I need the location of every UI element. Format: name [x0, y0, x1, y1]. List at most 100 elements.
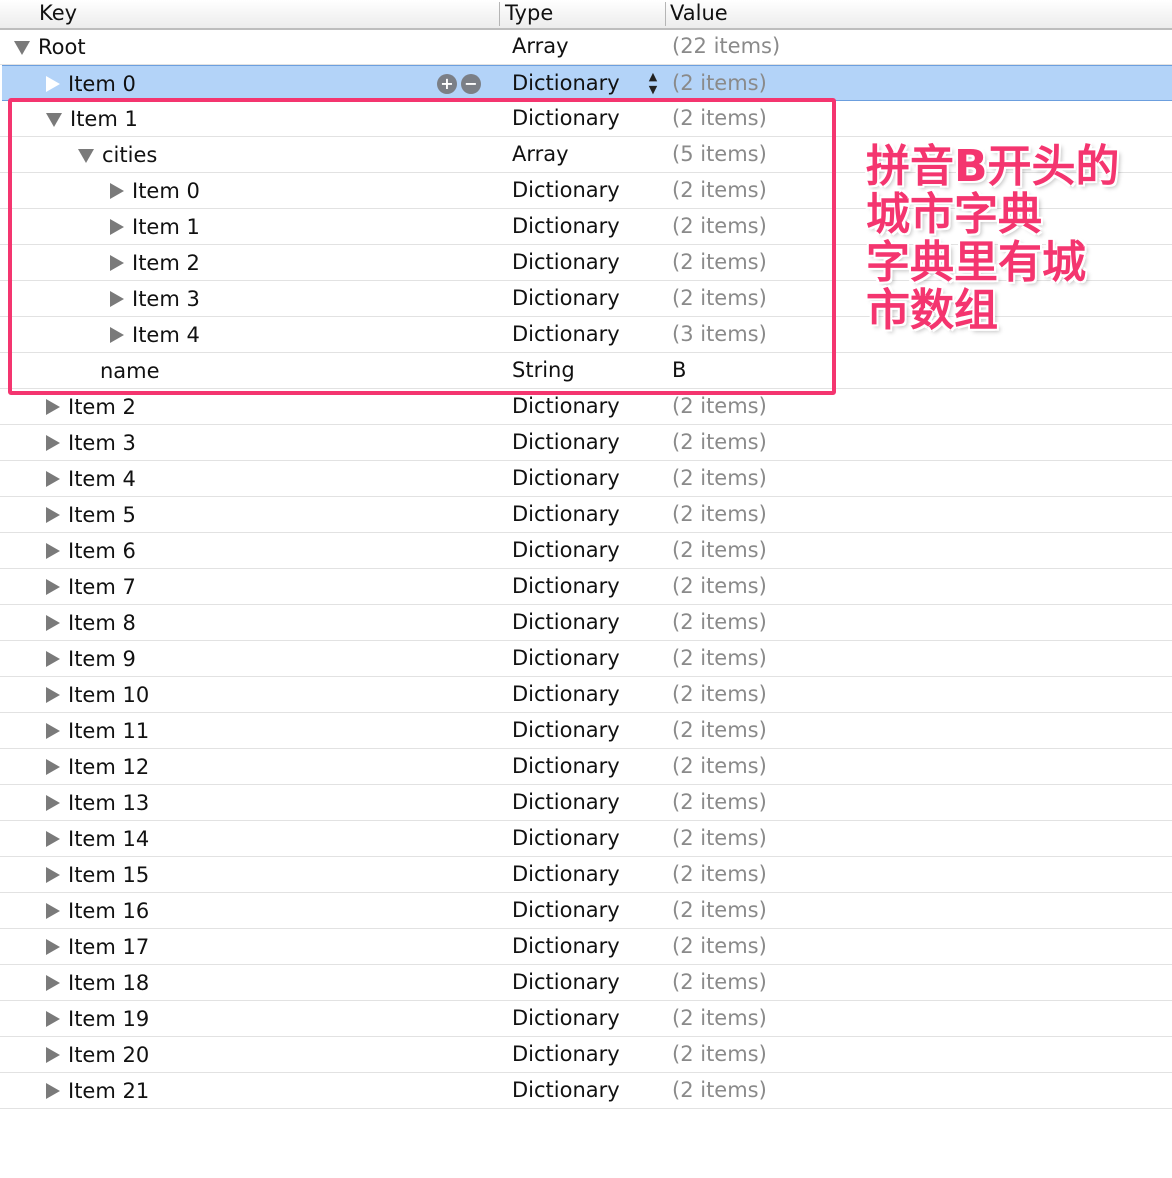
value-cell: (2 items): [672, 754, 767, 778]
disclosure-closed-icon[interactable]: [46, 794, 60, 811]
disclosure-closed-icon[interactable]: [46, 722, 60, 739]
value-cell: (2 items): [672, 1006, 767, 1030]
outline-row[interactable]: Item 0 + − Dictionary ▲ ▼ (2 items): [2, 65, 1172, 101]
type-cell: Dictionary: [512, 538, 620, 562]
outline-row[interactable]: Item 19 Dictionary (2 items): [0, 1001, 1172, 1037]
disclosure-closed-icon[interactable]: [46, 75, 60, 92]
column-header: Key Type Value: [0, 0, 1172, 30]
disclosure-closed-icon[interactable]: [46, 506, 60, 523]
value-cell: (2 items): [672, 502, 767, 526]
value-cell: (2 items): [672, 71, 767, 95]
outline-row[interactable]: Item 21 Dictionary (2 items): [0, 1073, 1172, 1109]
key-cell: Item 3: [46, 425, 136, 460]
annotation-note: 拼音B开头的 城市字典 字典里有城 市数组: [866, 143, 1166, 335]
disclosure-closed-icon[interactable]: [46, 614, 60, 631]
key-cell: Item 16: [46, 893, 149, 928]
key-cell: Root: [14, 29, 86, 64]
outline-row[interactable]: Item 12 Dictionary (2 items): [0, 749, 1172, 785]
key-cell: Item 14: [46, 821, 149, 856]
key-cell: Item 19: [46, 1001, 149, 1036]
key-cell: Item 21: [46, 1073, 149, 1108]
key-label: Item 2: [68, 394, 136, 419]
value-cell: (2 items): [672, 898, 767, 922]
disclosure-closed-icon[interactable]: [46, 938, 60, 955]
disclosure-closed-icon[interactable]: [46, 1010, 60, 1027]
key-label: Root: [38, 34, 86, 59]
key-cell: Item 8: [46, 605, 136, 640]
value-cell: (2 items): [672, 682, 767, 706]
outline-row[interactable]: Item 8 Dictionary (2 items): [0, 605, 1172, 641]
outline-row[interactable]: Item 15 Dictionary (2 items): [0, 857, 1172, 893]
plus-circle-icon[interactable]: +: [437, 74, 457, 94]
disclosure-closed-icon[interactable]: [46, 866, 60, 883]
type-cell: Dictionary: [512, 826, 620, 850]
type-cell: Dictionary: [512, 718, 620, 742]
row-controls: + −: [437, 74, 481, 94]
key-label: Item 13: [68, 790, 150, 815]
key-cell: Item 9: [46, 641, 136, 676]
outline-row[interactable]: Item 17 Dictionary (2 items): [0, 929, 1172, 965]
key-label: Item 18: [68, 970, 150, 995]
key-label: Item 3: [68, 430, 136, 455]
disclosure-closed-icon[interactable]: [46, 578, 60, 595]
disclosure-closed-icon[interactable]: [46, 470, 60, 487]
type-cell: Dictionary: [512, 682, 620, 706]
key-column-header[interactable]: Key: [39, 0, 77, 28]
outline-row[interactable]: Item 3 Dictionary (2 items): [0, 425, 1172, 461]
key-label: Item 20: [68, 1042, 150, 1067]
outline-row[interactable]: Item 13 Dictionary (2 items): [0, 785, 1172, 821]
outline-row[interactable]: Item 4 Dictionary (2 items): [0, 461, 1172, 497]
outline-row[interactable]: Item 18 Dictionary (2 items): [0, 965, 1172, 1001]
outline-row[interactable]: Item 20 Dictionary (2 items): [0, 1037, 1172, 1073]
disclosure-closed-icon[interactable]: [46, 542, 60, 559]
value-cell: (2 items): [672, 790, 767, 814]
disclosure-closed-icon[interactable]: [46, 686, 60, 703]
outline-row[interactable]: Item 10 Dictionary (2 items): [0, 677, 1172, 713]
up-down-stepper-icon[interactable]: ▲ ▼: [646, 70, 660, 96]
value-cell: (2 items): [672, 466, 767, 490]
value-cell: (2 items): [672, 826, 767, 850]
disclosure-open-icon[interactable]: [14, 40, 30, 55]
key-label: Item 21: [68, 1078, 150, 1103]
key-cell: Item 0: [46, 66, 136, 101]
type-cell[interactable]: Dictionary: [512, 66, 620, 101]
outline-row[interactable]: Item 6 Dictionary (2 items): [0, 533, 1172, 569]
disclosure-closed-icon[interactable]: [46, 1046, 60, 1063]
type-column-header[interactable]: Type: [505, 0, 553, 28]
key-cell: Item 11: [46, 713, 149, 748]
annotation-line: 市数组: [866, 285, 998, 336]
outline-row[interactable]: Item 16 Dictionary (2 items): [0, 893, 1172, 929]
disclosure-closed-icon[interactable]: [46, 650, 60, 667]
value-column-header[interactable]: Value: [670, 0, 728, 28]
value-cell: (2 items): [672, 934, 767, 958]
disclosure-closed-icon[interactable]: [46, 902, 60, 919]
type-cell: Dictionary: [512, 1078, 620, 1102]
key-label: Item 11: [68, 718, 150, 743]
outline-row[interactable]: Item 9 Dictionary (2 items): [0, 641, 1172, 677]
disclosure-closed-icon[interactable]: [46, 398, 60, 415]
value-cell: (2 items): [672, 646, 767, 670]
type-cell: Dictionary: [512, 862, 620, 886]
outline-row[interactable]: Root Array (22 items): [0, 29, 1172, 65]
disclosure-closed-icon[interactable]: [46, 434, 60, 451]
value-cell: (2 items): [672, 538, 767, 562]
key-label: Item 19: [68, 1006, 150, 1031]
column-divider[interactable]: [665, 2, 666, 26]
outline-row[interactable]: Item 5 Dictionary (2 items): [0, 497, 1172, 533]
outline-row[interactable]: Item 11 Dictionary (2 items): [0, 713, 1172, 749]
outline-row[interactable]: Item 14 Dictionary (2 items): [0, 821, 1172, 857]
key-label: Item 6: [68, 538, 136, 563]
disclosure-closed-icon[interactable]: [46, 758, 60, 775]
disclosure-closed-icon[interactable]: [46, 974, 60, 991]
key-cell: Item 17: [46, 929, 149, 964]
type-cell: Dictionary: [512, 502, 620, 526]
key-cell: Item 7: [46, 569, 136, 604]
key-label: Item 5: [68, 502, 136, 527]
outline-row[interactable]: Item 7 Dictionary (2 items): [0, 569, 1172, 605]
column-divider[interactable]: [499, 2, 500, 26]
key-cell: Item 5: [46, 497, 136, 532]
disclosure-closed-icon[interactable]: [46, 1082, 60, 1099]
minus-circle-icon[interactable]: −: [461, 74, 481, 94]
type-cell: Dictionary: [512, 574, 620, 598]
disclosure-closed-icon[interactable]: [46, 830, 60, 847]
